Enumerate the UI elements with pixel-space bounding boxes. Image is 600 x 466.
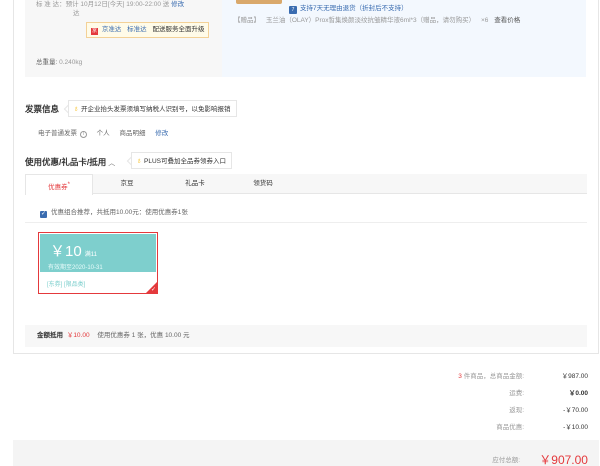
service-jzd: 京准达: [101, 26, 122, 33]
deduct-label: 金额抵用: [37, 332, 63, 339]
checkbox-checked-icon[interactable]: ✓: [40, 211, 47, 218]
tab-coupons[interactable]: 优惠券*: [25, 174, 93, 195]
plus-coupon-tip[interactable]: ♁ PLUS可叠加全品券领券入口: [131, 152, 232, 169]
lightbulb-icon: ♁: [136, 156, 142, 165]
coupon-amount-value: ￥10: [50, 243, 82, 260]
chevron-up-icon[interactable]: ︿: [108, 160, 115, 167]
coupon-section-label: 使用优惠/礼品卡/抵用: [25, 157, 107, 167]
deduct-detail: 使用优惠券 1 张，优惠 10.00 元: [97, 332, 190, 339]
service-bzd: 标准达: [127, 26, 147, 33]
coupon-expiry: 有效期至2020-10-31: [48, 265, 103, 271]
cashback-value: -￥70.00: [563, 407, 588, 414]
summary-items-row: 3 件商品，总商品金额: ￥987.00: [404, 370, 588, 380]
gift-item: 【赠品】 玉兰油（OLAY）Prox皙集焕颜淡纹抗皱精华液6ml*3（赠品，请勿…: [234, 14, 520, 24]
combo-recommend-text: 优惠组合推荐，共抵用10.00元：使用优惠券1张: [51, 209, 188, 216]
tab-gift-card[interactable]: 礼品卡: [175, 174, 215, 194]
divider: [25, 222, 587, 223]
tab-redeem-code[interactable]: 领货码: [243, 174, 283, 194]
discount-value: -￥10.00: [563, 424, 588, 431]
delivery-time: 标 准 达：预计 10月12日[今天] 19:00-22:00 送: [36, 1, 170, 8]
product-thumbnail[interactable]: [236, 0, 282, 4]
discount-summary-bar: 金额抵用 ￥10.00 使用优惠券 1 张，优惠 10.00 元: [25, 325, 587, 347]
delivery-service-tag: 京 京准达 标准达 配送服务全面升级: [86, 22, 210, 38]
weight-label: 总重量:: [36, 59, 58, 66]
summary-shipping-row: 运费: ￥0.00: [404, 387, 588, 397]
items-value: ￥987.00: [561, 373, 588, 380]
invoice-payer: 个人: [96, 130, 110, 137]
combo-recommend[interactable]: ✓ 优惠组合推荐，共抵用10.00元：使用优惠券1张: [40, 206, 188, 218]
invoice-tip: ♁ 开企业抬头发票须填写纳税人识别号，以免影响报销: [68, 100, 237, 117]
plus-coupon-tip-text: PLUS可叠加全品券领券入口: [144, 158, 226, 165]
gift-name: 玉兰油（OLAY）Prox皙集焕颜淡纹抗皱精华液6ml*3（赠品，请勿购买）: [265, 17, 476, 24]
summary-discount-row: 商品优惠: -￥10.00: [404, 421, 588, 431]
items-label-text: 件商品，总商品金额:: [463, 373, 524, 380]
summary-cashback-row: 返现: -￥70.00: [404, 404, 588, 414]
weight-value: 0.240kg: [59, 59, 83, 66]
deduct-value: ￥10.00: [66, 332, 90, 339]
items-count: 3: [458, 373, 462, 380]
invoice-content: 商品明细: [119, 130, 146, 137]
invoice-tip-text: 开企业抬头发票须填写纳税人识别号，以免影响报销: [81, 106, 231, 113]
info-icon[interactable]: i: [79, 131, 87, 138]
coupon-amount: ￥10 满11: [50, 240, 97, 261]
gift-qty: ×6: [480, 17, 489, 24]
jd-logo-icon: 京: [91, 28, 98, 35]
tab-jingdou[interactable]: 京豆: [107, 174, 147, 194]
summary-items-label: 3 件商品，总商品金额:: [404, 370, 524, 380]
total-weight: 总重量: 0.240kg: [36, 56, 82, 66]
invoice-edit-link[interactable]: 修改: [155, 130, 168, 137]
coupon-card-header: ￥10 满11 有效期至2020-10-31: [40, 234, 156, 272]
return-policy-icon: 7: [289, 6, 297, 14]
coupon-section-title[interactable]: 使用优惠/礼品卡/抵用 ︿: [25, 156, 115, 168]
coupon-scope: [东券] [限品类]: [47, 282, 86, 288]
delivery-time-text: 标 准 达：预计 10月12日[今天] 19:00-22:00 送 修改 达: [36, 0, 216, 18]
discount-label: 商品优惠:: [496, 424, 524, 431]
return-policy-text: 支持7天无理由退货（折封后不支持）: [300, 5, 408, 12]
invoice-type: 电子普通发票: [38, 130, 77, 137]
gift-tag: 【赠品】: [234, 17, 260, 24]
lightbulb-icon: ♁: [73, 104, 79, 113]
tab-coupons-label: 优惠券: [48, 184, 68, 192]
delivery-time-cont: 达: [73, 10, 80, 17]
cashback-label: 返现:: [509, 407, 524, 414]
check-icon: ✓: [150, 287, 156, 293]
shipping-label: 运费:: [509, 390, 524, 397]
coupon-card[interactable]: ￥10 满11 有效期至2020-10-31 [东券] [限品类] ✓: [38, 232, 158, 294]
delivery-edit-link[interactable]: 修改: [171, 1, 184, 8]
total-value: ￥907.00: [539, 453, 588, 466]
invoice-section-title: 发票信息: [25, 104, 60, 114]
shipping-value: ￥0.00: [568, 390, 588, 397]
tab-active-mark: *: [67, 182, 70, 188]
coupon-tabs: 优惠券* 京豆 礼品卡 领货码: [25, 174, 587, 195]
gift-price-link[interactable]: 查看价格: [494, 17, 520, 24]
return-policy: 7 支持7天无理由退货（折封后不支持）: [289, 2, 408, 14]
invoice-details: 电子普通发票 i 个人 商品明细 修改: [38, 127, 176, 138]
service-upgrade-text: 配送服务全面升级: [152, 26, 205, 33]
total-label: 应付总额:: [492, 457, 520, 464]
coupon-condition: 满11: [84, 252, 97, 258]
